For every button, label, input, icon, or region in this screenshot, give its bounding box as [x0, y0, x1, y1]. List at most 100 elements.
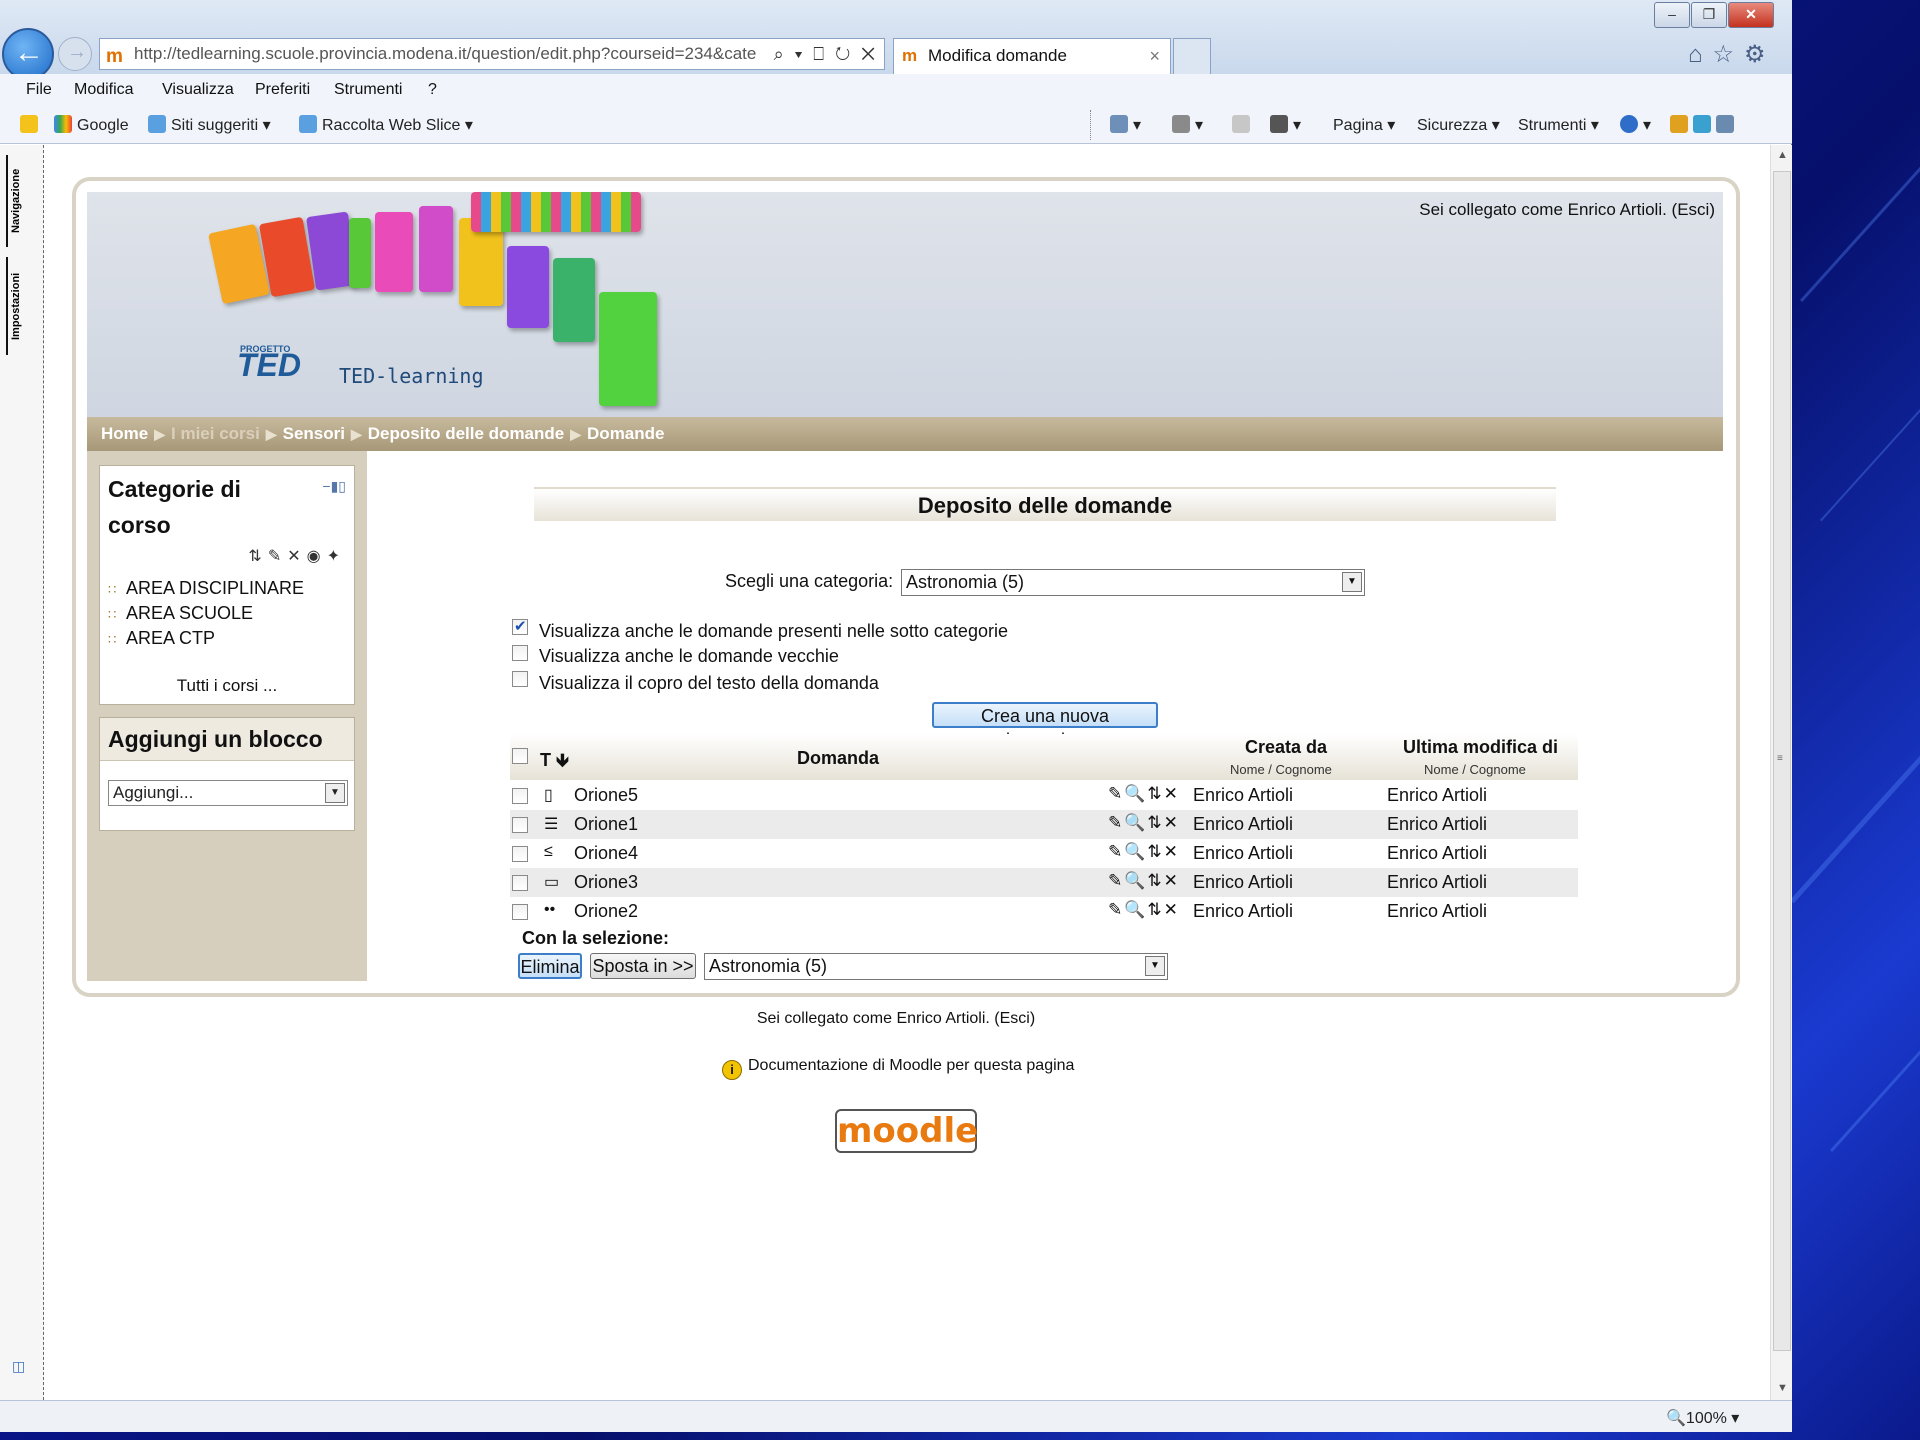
created-by: Enrico Artioli	[1193, 843, 1294, 863]
option-old-questions-checkbox[interactable]	[512, 645, 528, 661]
question-name: Orione1	[574, 814, 639, 834]
menu-strumenti-cmd[interactable]: Strumenti ▾	[1518, 115, 1599, 135]
feeds-dropdown[interactable]: ▾	[1172, 115, 1203, 135]
menu-pagina[interactable]: Pagina ▾	[1333, 115, 1395, 135]
fav-web-slice[interactable]: Raccolta Web Slice ▾	[299, 115, 473, 135]
info-icon: i	[722, 1060, 742, 1080]
row-checkbox[interactable]	[512, 846, 528, 862]
zoom-level[interactable]: 🔍100% ▾	[1666, 1408, 1739, 1428]
menu-modifica[interactable]: Modifica	[74, 81, 134, 99]
option-question-text-label: Visualizza il copro del testo della doma…	[539, 673, 879, 693]
rss-icon	[1172, 115, 1190, 133]
vertical-scrollbar[interactable]: ▲ ≡ ▼	[1770, 145, 1792, 1400]
category-area-ctp[interactable]: ∷ AREA CTP	[108, 628, 215, 649]
new-tab-button[interactable]	[1173, 38, 1211, 74]
logged-in-footer[interactable]: Sei collegato come Enrico Artioli. (Esci…	[0, 1010, 1792, 1028]
col-type[interactable]: T 🡻	[540, 748, 569, 778]
left-column: Categorie di corso −▮▯ ⇅✎✕◉✦ ∷ AREA DISCI…	[87, 451, 367, 981]
domino-graphic	[349, 218, 371, 288]
row-action-icons[interactable]: ✎🔍⇅✕	[1108, 871, 1180, 891]
add-block-select[interactable]: Aggiungi... ▼	[108, 780, 348, 806]
question-type-icon: ☰	[544, 816, 559, 833]
menu-sicurezza[interactable]: Sicurezza ▾	[1417, 115, 1500, 135]
breadcrumb-question-bank[interactable]: Deposito delle domande	[368, 424, 564, 443]
block-title: Categorie di corso	[108, 476, 241, 538]
dock-icon[interactable]: ◫	[12, 1358, 25, 1375]
fav-siti-suggeriti[interactable]: Siti suggeriti ▾	[148, 115, 271, 135]
option-subcategories-checkbox[interactable]	[512, 617, 528, 635]
category-select[interactable]: Astronomia (5) ▼	[901, 569, 1365, 596]
move-to-button[interactable]: Sposta in >>	[590, 953, 696, 979]
breadcrumb-sensori[interactable]: Sensori	[283, 424, 345, 443]
menu-preferiti[interactable]: Preferiti	[255, 81, 310, 99]
address-bar[interactable]: m http://tedlearning.scuole.provincia.mo…	[99, 38, 885, 70]
menu-file[interactable]: File	[26, 81, 52, 99]
row-action-icons[interactable]: ✎🔍⇅✕	[1108, 813, 1180, 833]
scroll-grip-icon: ≡	[1777, 753, 1783, 764]
home-dropdown[interactable]: ▾	[1110, 115, 1141, 135]
category-area-disciplinare[interactable]: ∷ AREA DISCIPLINARE	[108, 578, 304, 599]
moodle-logo[interactable]: moodle	[835, 1109, 978, 1153]
breadcrumb-separator-icon: ▶	[570, 426, 582, 442]
tab-modifica-domande[interactable]: m Modifica domande ×	[893, 38, 1171, 74]
favorites-star-icon[interactable]	[20, 115, 43, 135]
scroll-up-icon[interactable]: ▲	[1777, 149, 1788, 161]
col-created-sub[interactable]: Nome / Cognome	[1230, 762, 1332, 777]
row-action-icons[interactable]: ✎🔍⇅✕	[1108, 900, 1180, 920]
moodle-docs-link[interactable]: i Documentazione di Moodle per questa pag…	[722, 1057, 1074, 1080]
col-modified-sub[interactable]: Nome / Cognome	[1424, 762, 1526, 777]
help-dropdown[interactable]: ▾	[1620, 115, 1651, 135]
row-action-icons[interactable]: ✎🔍⇅✕	[1108, 842, 1180, 862]
home-favorites-settings-icons[interactable]: ⌂☆⚙	[1688, 40, 1776, 69]
mail-icon[interactable]	[1232, 115, 1255, 135]
side-tab-impostazioni[interactable]: Impostazioni	[6, 257, 32, 355]
forward-button[interactable]: →	[58, 37, 92, 71]
modified-by: Enrico Artioli	[1387, 872, 1488, 892]
row-checkbox[interactable]	[512, 904, 528, 920]
move-target-select[interactable]: Astronomia (5) ▼	[704, 953, 1168, 980]
logged-in-text[interactable]: Sei collegato come Enrico Artioli. (Esci…	[1419, 200, 1715, 220]
col-created-by[interactable]: Creata da	[1245, 737, 1327, 758]
domino-graphic	[507, 246, 549, 328]
print-icon	[1270, 115, 1288, 133]
row-checkbox[interactable]	[512, 817, 528, 833]
col-question[interactable]: Domanda	[797, 748, 879, 769]
tab-close-icon[interactable]: ×	[1149, 39, 1160, 73]
delete-button[interactable]: Elimina	[518, 953, 582, 979]
restore-button[interactable]: ❐	[1691, 2, 1727, 28]
address-controls[interactable]: ⌕ ▾ ⎕ ↻ ✕	[774, 39, 878, 69]
menu-strumenti[interactable]: Strumenti	[334, 81, 402, 99]
question-type-icon: ▯	[544, 787, 553, 804]
col-modified-by[interactable]: Ultima modifica di	[1403, 737, 1558, 758]
breadcrumb-home[interactable]: Home	[101, 424, 148, 443]
extra-tool-icons[interactable]	[1670, 115, 1739, 135]
row-checkbox[interactable]	[512, 875, 528, 891]
question-name: Orione4	[574, 843, 639, 863]
dock-block-icon[interactable]: −▮▯	[322, 478, 346, 495]
back-button[interactable]: ←	[2, 28, 54, 80]
close-window-button[interactable]: ✕	[1728, 2, 1774, 28]
create-question-button[interactable]: Crea una nuova domanda...	[932, 702, 1158, 750]
table-header: T 🡻 Domanda Creata da Nome / Cognome Ult…	[510, 734, 1578, 780]
print-dropdown[interactable]: ▾	[1270, 115, 1301, 135]
breadcrumb-my-courses[interactable]: I miei corsi	[171, 424, 260, 443]
all-courses-link[interactable]: Tutti i corsi ...	[100, 676, 354, 696]
minimize-button[interactable]: –	[1654, 2, 1690, 28]
side-tab-navigazione[interactable]: Navigazione	[6, 155, 32, 247]
row-action-icons[interactable]: ✎🔍⇅✕	[1108, 784, 1180, 804]
menu-help[interactable]: ?	[428, 81, 437, 99]
created-by: Enrico Artioli	[1193, 785, 1294, 805]
ie-icon	[299, 115, 317, 133]
domino-graphic	[599, 292, 657, 406]
category-area-scuole[interactable]: ∷ AREA SCUOLE	[108, 603, 253, 624]
select-all-checkbox[interactable]	[512, 748, 528, 764]
moodle-favicon-icon: m	[106, 46, 123, 67]
scroll-down-icon[interactable]: ▼	[1777, 1382, 1788, 1394]
menu-visualizza[interactable]: Visualizza	[162, 81, 234, 99]
row-checkbox[interactable]	[512, 788, 528, 804]
block-edit-icons[interactable]: ⇅✎✕◉✦	[248, 546, 346, 566]
option-question-text-checkbox[interactable]	[512, 671, 528, 687]
category-icon: ∷	[108, 582, 117, 597]
breadcrumb: Home ▶ I miei corsi ▶ Sensori ▶ Deposito delle…	[87, 417, 1723, 451]
fav-google[interactable]: Google	[54, 115, 129, 135]
